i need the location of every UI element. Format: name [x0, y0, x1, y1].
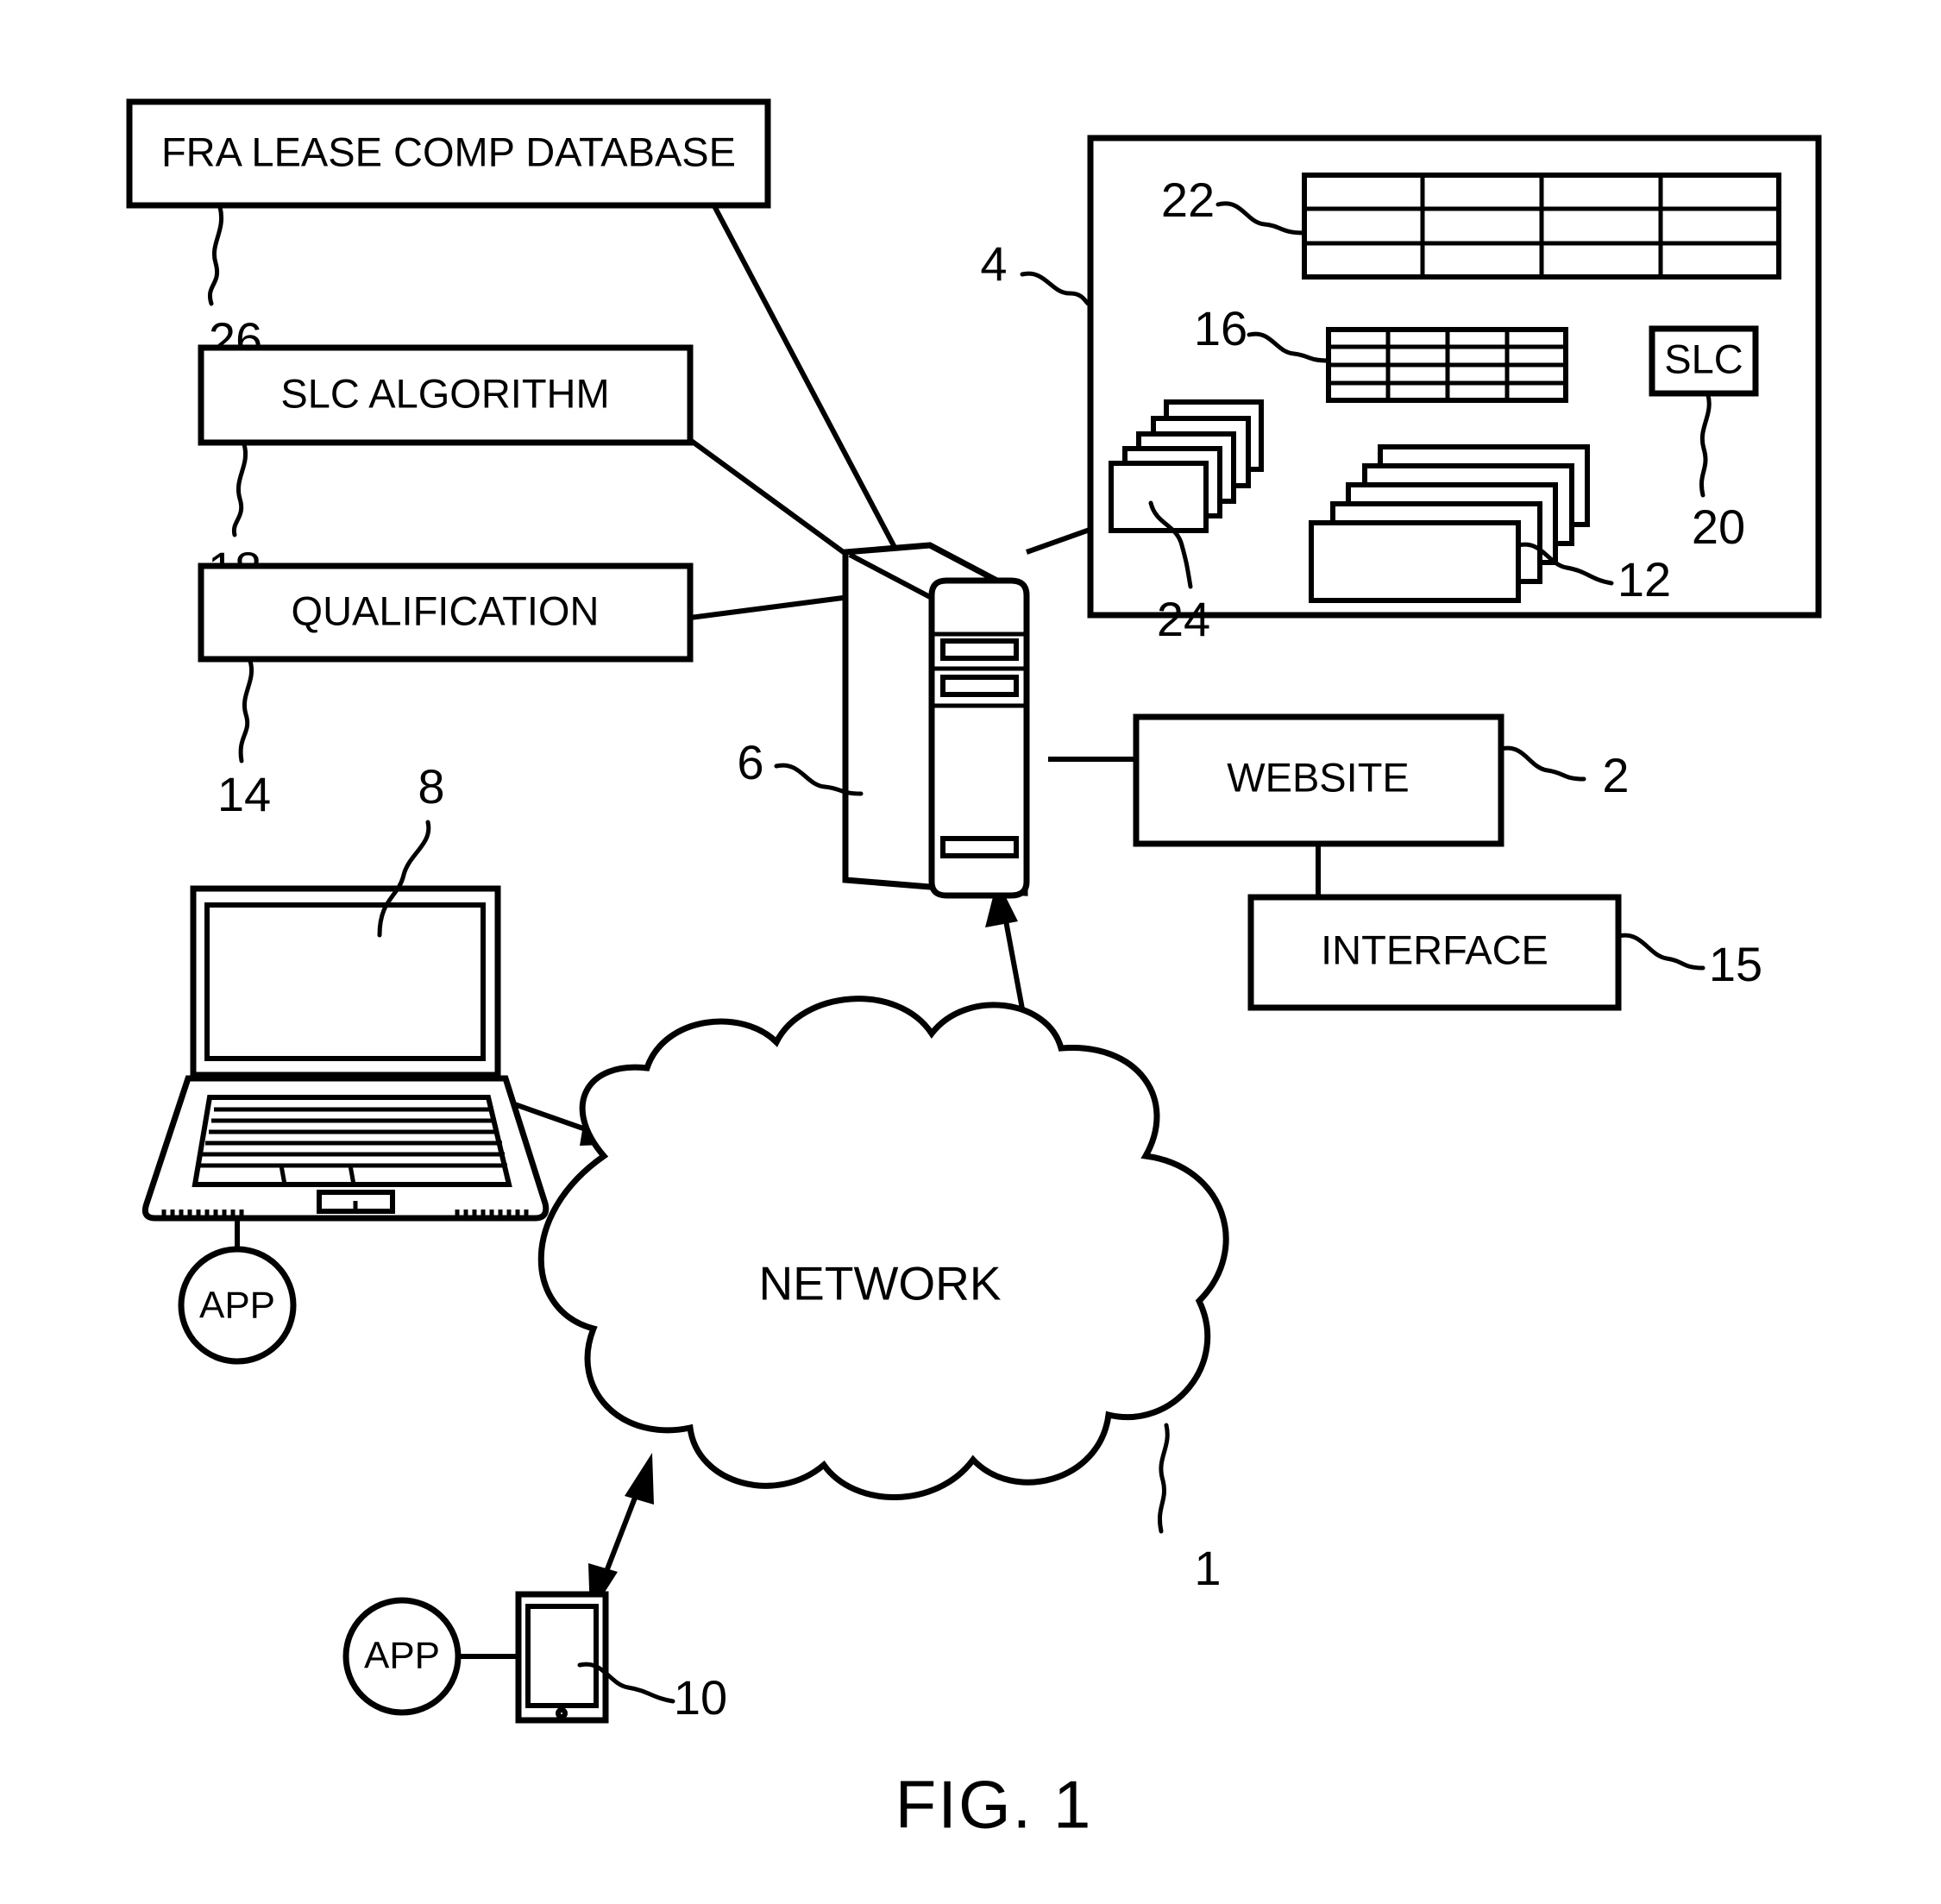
qualification-label: QUALIFICATION [292, 588, 600, 633]
data-table-16[interactable] [1326, 327, 1568, 403]
ref-15-callout: 15 [1616, 933, 1762, 991]
connector-qualification-to-server [689, 593, 864, 620]
website-box[interactable]: WEBSITE [1133, 713, 1504, 847]
ref-1-lead-line [1158, 1423, 1170, 1534]
ref-10-number: 10 [674, 1670, 727, 1725]
ref-6-callout: 6 [737, 735, 864, 796]
ref-26-callout: 26 [208, 204, 262, 367]
ref-4-callout: 4 [980, 236, 1093, 307]
connector-algorithm-to-server [688, 437, 869, 572]
ref-2-number: 2 [1602, 748, 1629, 802]
ref-1-number: 1 [1194, 1541, 1221, 1595]
ref-15-number: 15 [1709, 937, 1762, 991]
data-table-22[interactable] [1302, 173, 1781, 280]
figure-caption: FIG. 1 [895, 1767, 1093, 1843]
ref-4-number: 4 [980, 236, 1007, 291]
ref-15-lead-line [1616, 933, 1705, 971]
tablet-app-label: APP [364, 1635, 440, 1677]
ref-16-number: 16 [1194, 301, 1247, 355]
ref-2-callout: 2 [1498, 745, 1630, 802]
ref-24-number: 24 [1157, 592, 1210, 646]
server-tower[interactable] [842, 542, 1030, 899]
laptop-screen[interactable] [204, 902, 486, 1061]
figure-canvas: FRA LEASE COMP DATABASE 26 SLC ALGORITHM… [126, 98, 1822, 1843]
slc-module-box[interactable]: SLC [1649, 325, 1759, 397]
ref-22-number: 22 [1161, 173, 1215, 227]
arrowhead-cloud-bottom [625, 1453, 654, 1505]
doc-12-sheet-1[interactable] [1309, 520, 1521, 603]
connector-db-to-server [710, 201, 900, 554]
ref-14-callout: 14 [217, 658, 271, 821]
server-drive-slot-1[interactable] [940, 638, 1019, 661]
tablet-screen[interactable] [525, 1604, 599, 1708]
network-cloud-shape[interactable] [537, 996, 1229, 1500]
ref-14-number: 14 [217, 767, 271, 821]
ref-4-lead-line [1020, 271, 1093, 307]
website-label: WEBSITE [1227, 754, 1410, 800]
slc-module-label: SLC [1664, 336, 1743, 381]
ref-14-lead-line [238, 658, 254, 763]
fra-lease-comp-database-box[interactable]: FRA LEASE COMP DATABASE [126, 98, 771, 209]
doc-24-sheet-1[interactable] [1109, 461, 1209, 533]
slc-algorithm-box[interactable]: SLC ALGORITHM [198, 344, 694, 446]
laptop-app-label: APP [199, 1285, 275, 1327]
network-cloud-label: NETWORK [758, 1257, 1001, 1310]
ref-2-lead-line [1498, 745, 1586, 782]
network-cloud[interactable]: NETWORK [537, 996, 1229, 1500]
laptop-device[interactable] [141, 885, 550, 1222]
tablet-home-button[interactable] [556, 1707, 568, 1719]
interface-box[interactable]: INTERFACE [1247, 894, 1622, 1011]
interface-label: INTERFACE [1321, 927, 1548, 972]
fra-lease-comp-database-label: FRA LEASE COMP DATABASE [161, 129, 736, 174]
laptop-app-node[interactable]: APP [178, 1218, 297, 1365]
server-drive-slot-2[interactable] [940, 675, 1019, 697]
qualification-box[interactable]: QUALIFICATION [198, 562, 694, 663]
tablet-device[interactable] [515, 1591, 609, 1724]
ref-6-number: 6 [737, 735, 763, 789]
tablet-app-node[interactable]: APP [342, 1597, 518, 1716]
ref-8-number: 8 [418, 759, 444, 814]
server-drive-slot-3[interactable] [940, 836, 1019, 858]
ref-12-number: 12 [1618, 552, 1671, 606]
ref-26-lead-line [208, 204, 223, 306]
ref-18-lead-line [231, 442, 248, 537]
ref-1-callout: 1 [1158, 1423, 1222, 1595]
ref-20-number: 20 [1692, 500, 1745, 554]
slc-algorithm-label: SLC ALGORITHM [280, 370, 609, 416]
patent-figure-1: FRA LEASE COMP DATABASE 26 SLC ALGORITHM… [0, 0, 1941, 1904]
